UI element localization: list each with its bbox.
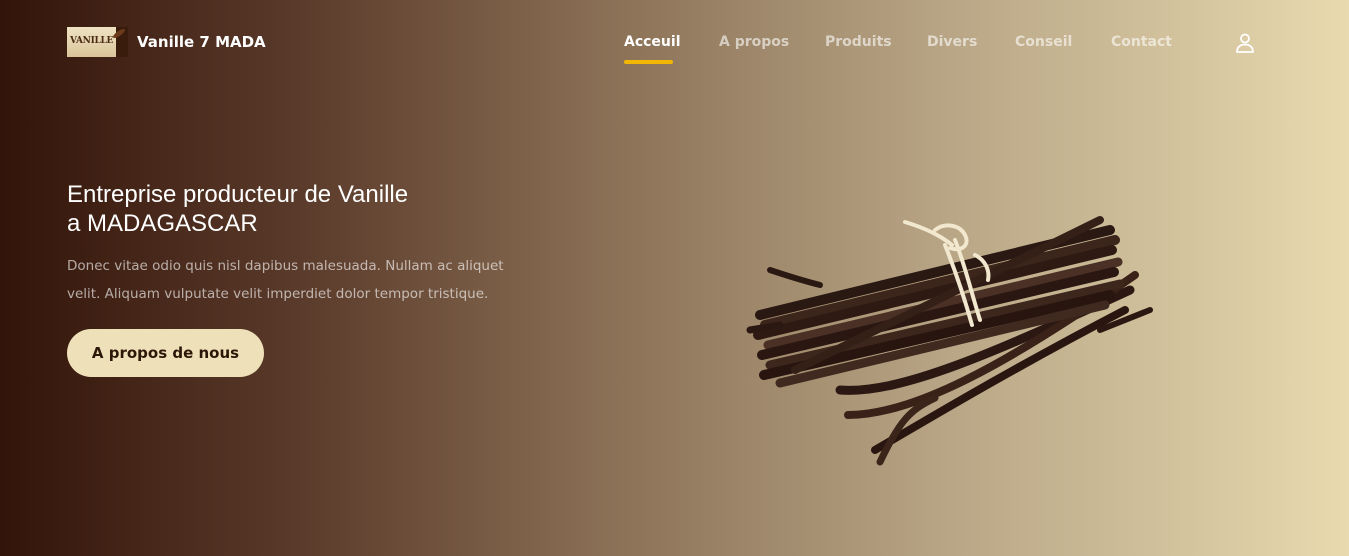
- hero-title: Entreprise producteur de Vanille a MADAG…: [67, 180, 507, 238]
- nav-item-divers[interactable]: Divers: [927, 34, 977, 50]
- user-icon: [1236, 33, 1254, 53]
- nav-item-produits[interactable]: Produits: [825, 34, 892, 50]
- nav-item-a-propos[interactable]: A propos: [719, 34, 789, 50]
- vanilla-bundle-image: [740, 200, 1170, 480]
- active-nav-indicator: [624, 60, 673, 64]
- nav-item-contact[interactable]: Contact: [1111, 34, 1172, 50]
- hero-description: Donec vitae odio quis nisl dapibus males…: [67, 258, 504, 302]
- hero-title-line-2: a MADAGASCAR: [67, 210, 258, 237]
- hero-title-line-1: Entreprise producteur de Vanille: [67, 181, 409, 208]
- vanilla-pods-illustration: [746, 216, 1153, 466]
- nav-item-conseil[interactable]: Conseil: [1015, 34, 1072, 50]
- nav-item-acceuil[interactable]: Acceuil: [624, 34, 681, 50]
- hero-section: Entreprise producteur de Vanille a MADAG…: [67, 180, 507, 308]
- nav-menu: Acceuil A propos Produits Divers Conseil…: [0, 34, 1349, 64]
- user-account-button[interactable]: [1233, 31, 1257, 55]
- about-us-button[interactable]: A propos de nous: [67, 329, 264, 377]
- navbar: VANILLE Vanille 7 MADA Acceuil A propos …: [0, 0, 1349, 86]
